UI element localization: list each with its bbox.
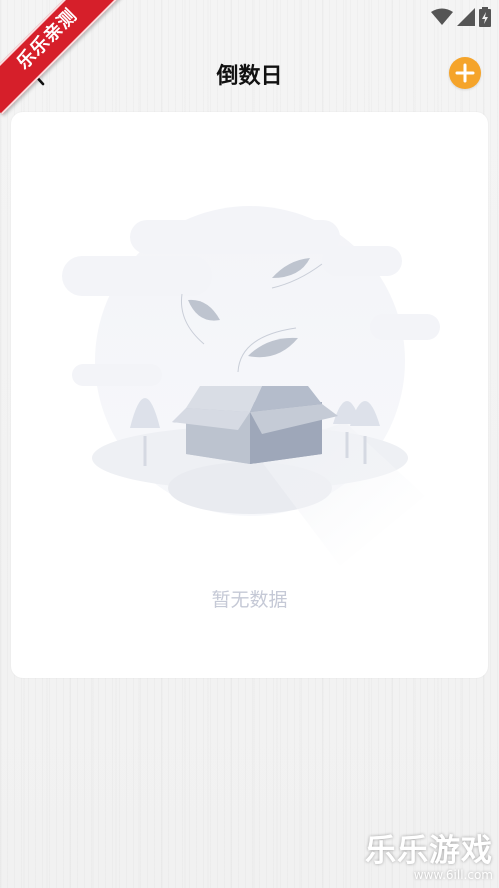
wifi-icon (431, 8, 453, 25)
cellular-signal-icon (457, 8, 475, 26)
empty-box-icon (62, 206, 440, 566)
brand-watermark-url: www.6ill.com (413, 868, 493, 882)
page-title: 倒数日 (216, 64, 283, 89)
top-bar: 倒数日 (0, 44, 499, 104)
empty-state-text: 暂无数据 (211, 589, 288, 611)
add-button[interactable] (449, 57, 481, 89)
battery-icon (479, 7, 491, 27)
status-icons (431, 7, 491, 27)
brand-watermark-title: 乐乐游戏 (365, 833, 493, 869)
countdown-list-card: 暂无数据 (11, 112, 488, 678)
brand-watermark: 乐乐游戏 www.6ill.com (365, 834, 493, 882)
plus-icon (455, 63, 475, 83)
